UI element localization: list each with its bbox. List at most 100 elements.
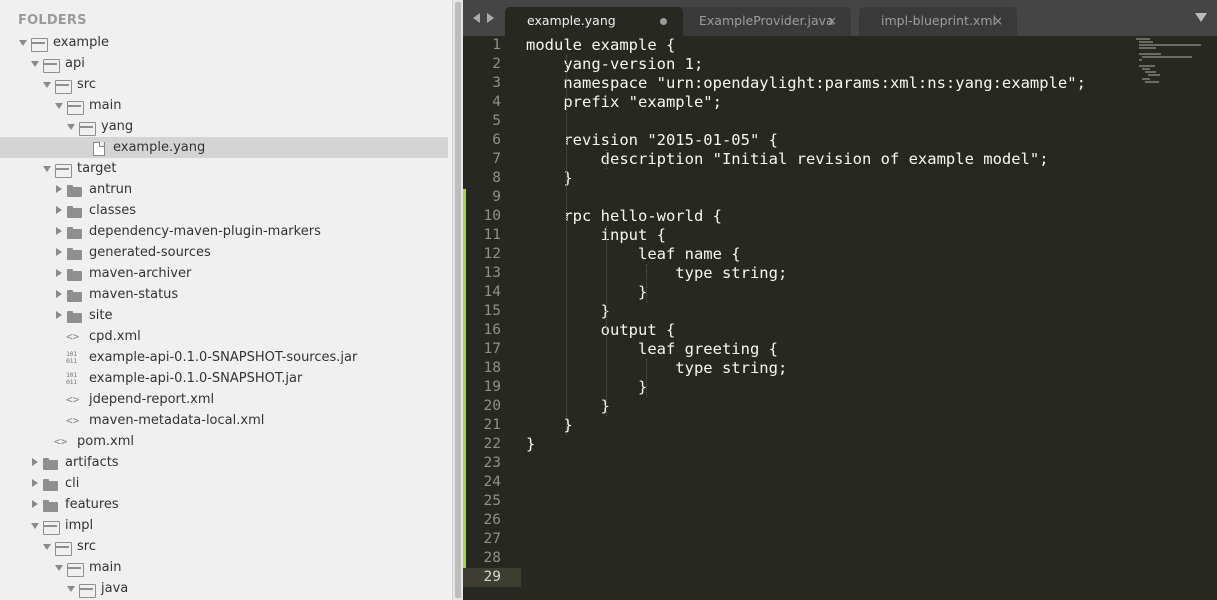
code-line[interactable]: } (526, 283, 647, 302)
folder-item-example[interactable]: example (0, 32, 452, 53)
folder-item-generated-sources[interactable]: generated-sources (0, 242, 452, 263)
tree-item-label: src (77, 539, 96, 554)
code-line[interactable]: prefix "example"; (526, 93, 722, 112)
chevron-down-icon[interactable] (30, 53, 40, 74)
code-line[interactable]: } (526, 435, 535, 454)
tab-example-provider[interactable]: ExampleProvider.java × (677, 7, 851, 36)
code-editor[interactable]: 1 2 3 4 5 6 7 8 9 10 11 12 13 14 15 16 17 18 19 20 21 22 23 24 2… (463, 36, 1217, 600)
chevron-down-icon[interactable] (30, 515, 40, 536)
folder-item-maven-status[interactable]: maven-status (0, 284, 452, 305)
line-number: 27 (483, 531, 501, 547)
tab-menu-chevron-down-icon[interactable] (1195, 13, 1207, 22)
file-item-example-api-0-1-0-snapshot-jar[interactable]: 101 011 example-api-0.1.0-SNAPSHOT.jar (0, 368, 452, 389)
folder-item-cli[interactable]: cli (0, 473, 452, 494)
folder-item-main[interactable]: main (0, 95, 452, 116)
folder-item-antrun[interactable]: antrun (0, 179, 452, 200)
folder-item-impl[interactable]: impl (0, 515, 452, 536)
tree-item-label: maven-archiver (89, 266, 192, 281)
tab-example-yang[interactable]: example.yang (505, 7, 683, 36)
chevron-down-icon[interactable] (42, 74, 52, 95)
tab-nav-left-icon[interactable] (473, 13, 480, 23)
chevron-down-icon[interactable] (66, 116, 76, 137)
code-line[interactable]: output { (526, 321, 676, 340)
line-number: 16 (483, 322, 501, 338)
folder-item-target[interactable]: target (0, 158, 452, 179)
tab-impl-blueprint[interactable]: impl-blueprint.xml × (859, 7, 1017, 36)
chevron-right-icon[interactable] (54, 200, 64, 221)
tree-item-label: impl (65, 518, 94, 533)
line-number: 21 (483, 417, 501, 433)
chevron-right-icon[interactable] (30, 494, 40, 515)
line-number: 9 (492, 189, 501, 205)
tree-item-label: src (77, 77, 96, 92)
code-line[interactable]: revision "2015-01-05" { (526, 131, 778, 150)
code-line[interactable]: input { (526, 226, 666, 245)
indent-guide (646, 264, 647, 302)
chevron-right-icon[interactable] (54, 179, 64, 200)
code-line[interactable]: rpc hello-world { (526, 207, 722, 226)
indent-guide (606, 226, 607, 416)
tree-item-label: example.yang (113, 140, 206, 155)
code-line[interactable]: leaf greeting { (526, 340, 778, 359)
file-item-cpd-xml[interactable]: <> cpd.xml (0, 326, 452, 347)
line-number: 23 (483, 455, 501, 471)
chevron-right-icon[interactable] (54, 305, 64, 326)
folder-item-java[interactable]: java (0, 578, 452, 599)
code-line[interactable]: leaf name { (526, 245, 741, 264)
tree-item-label: main (89, 560, 122, 575)
folder-item-maven-archiver[interactable]: maven-archiver (0, 263, 452, 284)
chevron-down-icon[interactable] (42, 158, 52, 179)
chevron-down-icon[interactable] (42, 536, 52, 557)
file-item-jdepend-report-xml[interactable]: <> jdepend-report.xml (0, 389, 452, 410)
folder-item-yang[interactable]: yang (0, 116, 452, 137)
folder-icon (66, 200, 84, 221)
chevron-right-icon[interactable] (30, 473, 40, 494)
close-icon[interactable]: × (827, 7, 837, 35)
folder-item-site[interactable]: site (0, 305, 452, 326)
code-line[interactable]: module example { (526, 36, 675, 55)
tab-nav-arrows (471, 10, 501, 26)
folder-open-icon (30, 32, 48, 53)
folder-item-artifacts[interactable]: artifacts (0, 452, 452, 473)
folder-open-icon (78, 116, 96, 137)
chevron-down-icon[interactable] (54, 557, 64, 578)
tab-nav-right-icon[interactable] (487, 13, 494, 23)
code-line[interactable]: } (526, 302, 610, 321)
tree-item-label: classes (89, 203, 137, 218)
folder-icon (66, 221, 84, 242)
file-item-example-api-0-1-0-snapshot-sources-jar[interactable]: 101 011 example-api-0.1.0-SNAPSHOT-source… (0, 347, 452, 368)
chevron-right-icon[interactable] (30, 452, 40, 473)
chevron-down-icon[interactable] (54, 95, 64, 116)
code-file-icon: <> (66, 393, 80, 406)
code-line[interactable]: } (526, 378, 647, 397)
chevron-down-icon[interactable] (18, 32, 28, 53)
folder-item-features[interactable]: features (0, 494, 452, 515)
folder-item-src[interactable]: src (0, 74, 452, 95)
folder-item-main[interactable]: main (0, 557, 452, 578)
folder-icon (66, 284, 84, 305)
chevron-right-icon[interactable] (54, 284, 64, 305)
code-line[interactable]: description "Initial revision of example… (526, 150, 1049, 169)
code-line[interactable]: } (526, 397, 610, 416)
chevron-right-icon[interactable] (54, 242, 64, 263)
code-line[interactable]: yang-version 1; (526, 55, 703, 74)
file-item-pom-xml[interactable]: <> pom.xml (0, 431, 452, 452)
folder-item-api[interactable]: api (0, 53, 452, 74)
folder-item-classes[interactable]: classes (0, 200, 452, 221)
file-icon (90, 137, 108, 158)
chevron-down-icon[interactable] (66, 578, 76, 599)
tree-item-label: maven-status (89, 287, 179, 302)
minimap[interactable] (1136, 38, 1206, 83)
code-file-icon: <> (66, 414, 80, 427)
tree-item-label: example-api-0.1.0-SNAPSHOT-sources.jar (89, 350, 358, 365)
file-item-maven-metadata-local-xml[interactable]: <> maven-metadata-local.xml (0, 410, 452, 431)
close-icon[interactable]: × (993, 7, 1003, 35)
folder-open-icon (66, 557, 84, 578)
chevron-right-icon[interactable] (54, 221, 64, 242)
file-item-example-yang[interactable]: example.yang (0, 137, 448, 158)
unsaved-dot-icon[interactable] (660, 18, 667, 25)
code-line[interactable]: namespace "urn:opendaylight:params:xml:n… (526, 74, 1086, 93)
folder-item-src[interactable]: src (0, 536, 452, 557)
folder-item-dependency-maven-plugin-markers[interactable]: dependency-maven-plugin-markers (0, 221, 452, 242)
chevron-right-icon[interactable] (54, 263, 64, 284)
